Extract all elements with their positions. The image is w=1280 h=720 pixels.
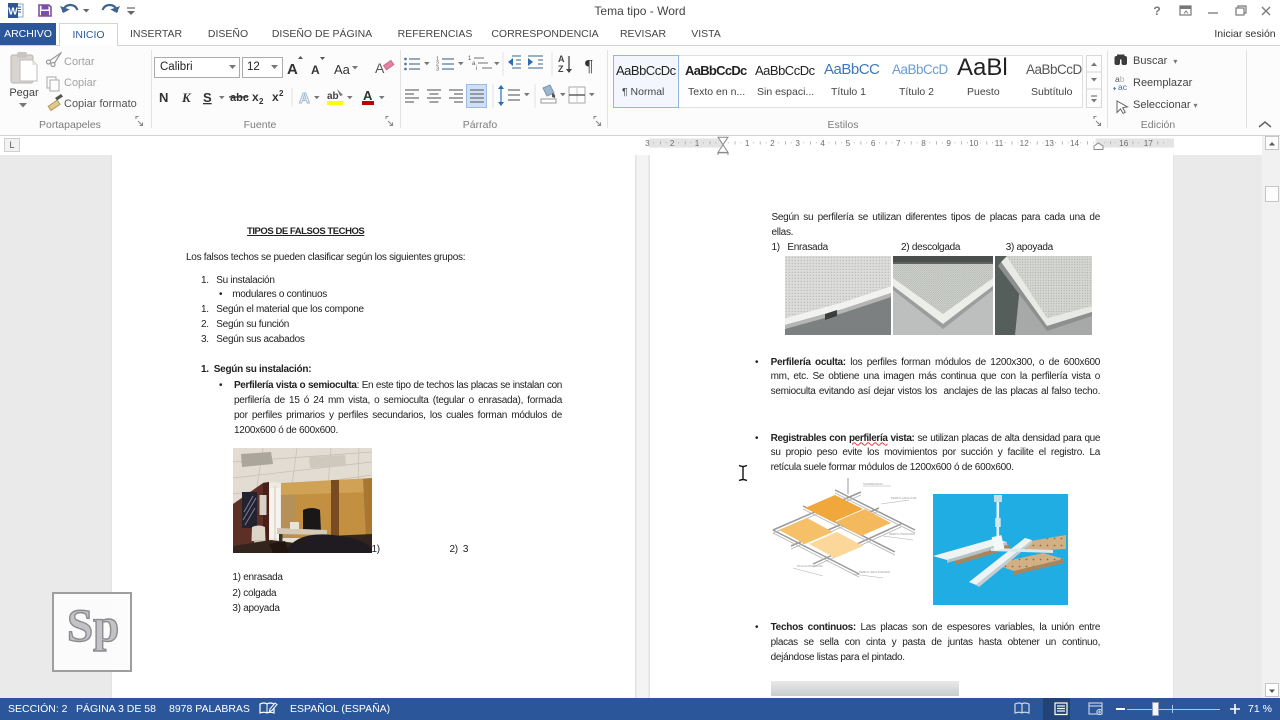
svg-text:2: 2	[770, 139, 775, 148]
svg-text:13: 13	[1045, 139, 1055, 148]
svg-text:PERFIL SECUNDARIO: PERFIL SECUNDARIO	[859, 570, 891, 574]
svg-text:3: 3	[795, 139, 800, 148]
svg-text:17: 17	[1144, 139, 1154, 148]
svg-text:?: ?	[1153, 4, 1160, 18]
svg-text:7: 7	[896, 139, 901, 148]
svg-text:PERFIL ANGULAR: PERFIL ANGULAR	[891, 496, 917, 500]
svg-text:5: 5	[846, 139, 851, 148]
svg-text:4: 4	[820, 139, 825, 148]
svg-text:11: 11	[995, 139, 1004, 148]
svg-text:W: W	[8, 7, 18, 18]
svg-text:1: 1	[695, 139, 700, 148]
svg-text:9: 9	[946, 139, 951, 148]
svg-text:12: 12	[1020, 139, 1030, 148]
svg-text:14: 14	[1070, 139, 1080, 148]
svg-text:16: 16	[1119, 139, 1129, 148]
svg-text:PERFIL PRIMARIO: PERFIL PRIMARIO	[889, 532, 916, 536]
svg-text:10: 10	[969, 139, 979, 148]
svg-text:SUSPENSION: SUSPENSION	[863, 482, 883, 486]
svg-text:PLACA MODULAR: PLACA MODULAR	[797, 564, 823, 568]
svg-text:6: 6	[871, 139, 876, 148]
svg-text:3: 3	[645, 139, 650, 148]
svg-text:8: 8	[921, 139, 926, 148]
svg-text:2: 2	[670, 139, 675, 148]
svg-text:1: 1	[745, 139, 750, 148]
